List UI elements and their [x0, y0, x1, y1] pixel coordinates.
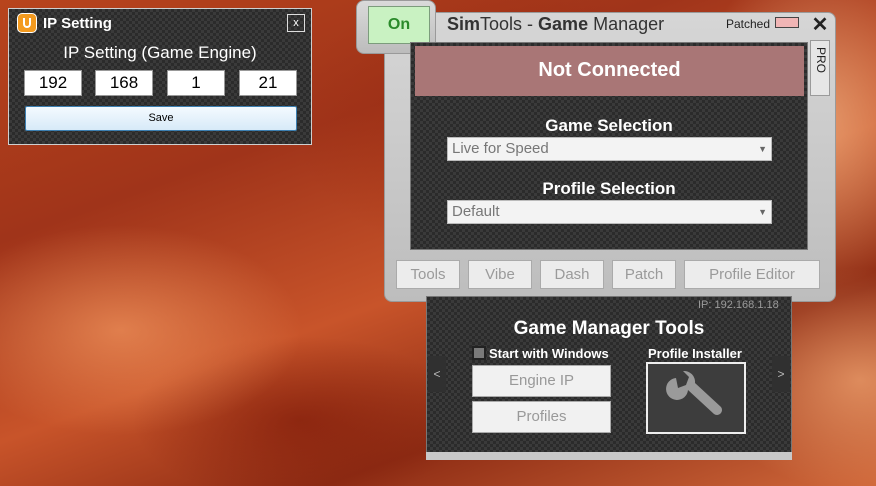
profile-selection-label: Profile Selection — [542, 179, 676, 198]
profile-selection-dropdown[interactable]: Default ▼ — [447, 200, 772, 224]
title-game: Game — [538, 14, 589, 34]
simtools-app-icon — [17, 13, 37, 33]
close-icon[interactable]: ✕ — [808, 12, 832, 38]
pro-tab[interactable]: PRO — [810, 40, 830, 96]
game-selection-dropdown[interactable]: Live for Speed ▼ — [447, 137, 772, 161]
profiles-button[interactable]: Profiles — [472, 401, 611, 433]
tab-profile-editor[interactable]: Profile Editor — [684, 260, 820, 289]
tools-title: Game Manager Tools — [513, 318, 705, 339]
profile-selection-value: Default — [452, 203, 500, 220]
engine-ip-button[interactable]: Engine IP — [472, 365, 611, 397]
ip-window-close-button[interactable]: x — [287, 14, 305, 32]
ip-setting-heading: IP Setting (Game Engine) — [63, 43, 257, 62]
wrench-icon — [666, 370, 722, 415]
title-manager: Manager — [588, 14, 665, 34]
ip-window-title: IP Setting — [43, 15, 112, 32]
start-with-windows-checkbox[interactable] — [472, 346, 486, 360]
profile-installer-label: Profile Installer — [648, 346, 742, 361]
tab-vibe[interactable]: Vibe — [468, 260, 532, 289]
game-selection-label: Game Selection — [545, 116, 673, 135]
patched-label: Patched — [726, 17, 771, 31]
ip-readout: IP: 192.168.1.18 — [698, 299, 779, 311]
ip-octet-1-field[interactable]: 192 — [24, 70, 82, 96]
ip-octet-4-field[interactable]: 21 — [239, 70, 297, 96]
on-toggle-button[interactable]: On — [368, 6, 430, 44]
ip-setting-window: IP Setting x IP Setting (Game Engine) 19… — [8, 8, 312, 145]
tab-patch[interactable]: Patch — [612, 260, 676, 289]
tab-tools[interactable]: Tools — [396, 260, 460, 289]
connection-status: Not Connected — [415, 46, 804, 96]
profile-installer-button[interactable] — [646, 362, 746, 434]
tab-dash[interactable]: Dash — [540, 260, 604, 289]
chevron-down-icon: ▼ — [758, 144, 767, 154]
ip-octet-2-field[interactable]: 168 — [95, 70, 153, 96]
title-sim: Sim — [447, 14, 481, 34]
ip-octet-3-field[interactable]: 1 — [167, 70, 225, 96]
scroll-left-button[interactable]: < — [428, 356, 446, 392]
chevron-down-icon: ▼ — [758, 207, 767, 217]
start-with-windows-label[interactable]: Start with Windows — [489, 346, 609, 361]
patched-indicator — [775, 17, 799, 28]
pro-label: PRO — [814, 47, 828, 74]
scroll-right-button[interactable]: > — [772, 356, 790, 392]
save-button[interactable]: Save — [25, 106, 297, 131]
title-tools: Tools - — [480, 14, 539, 34]
tools-panel-bottom-bar — [426, 452, 792, 460]
game-selection-value: Live for Speed — [452, 140, 549, 157]
